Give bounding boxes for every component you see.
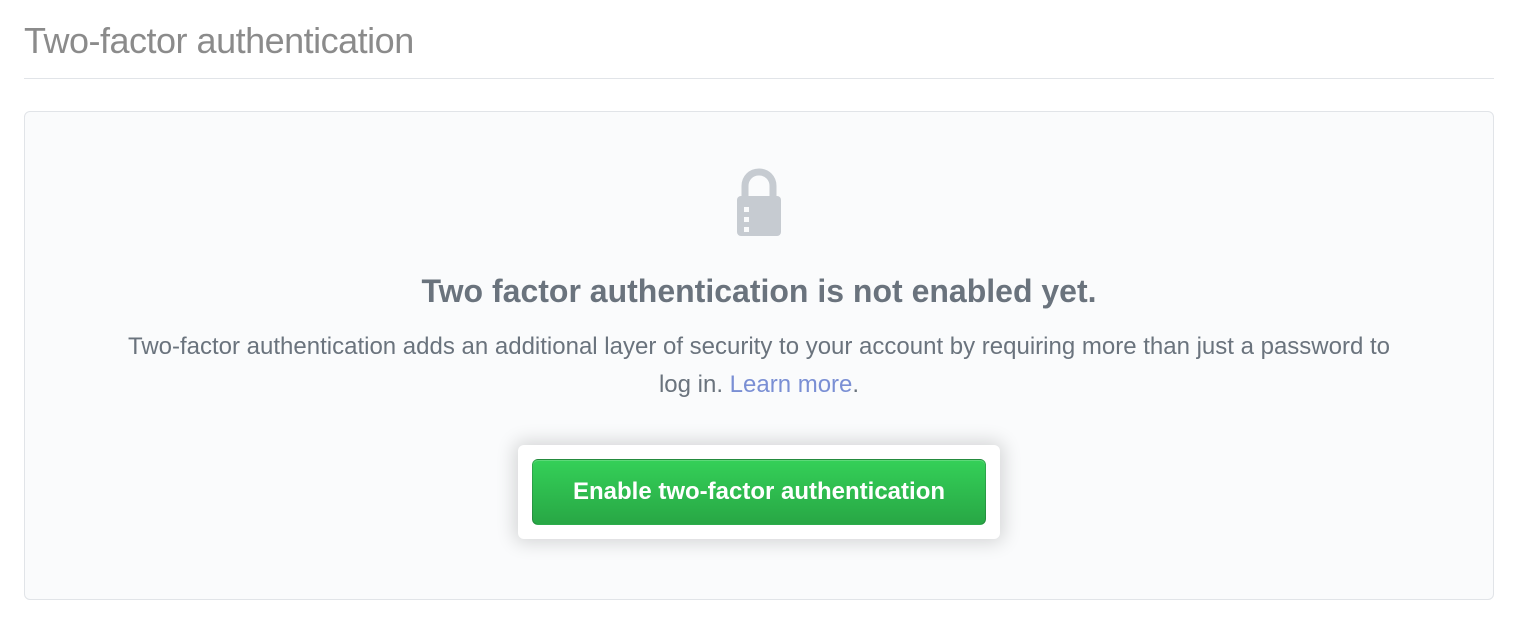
description-suffix: . [852, 371, 859, 398]
button-highlight-wrapper: Enable two-factor authentication [518, 445, 1000, 539]
divider [24, 78, 1494, 79]
enable-two-factor-button[interactable]: Enable two-factor authentication [532, 459, 986, 525]
page-title: Two-factor authentication [24, 20, 1494, 62]
panel-heading: Two factor authentication is not enabled… [65, 273, 1453, 310]
panel-description: Two-factor authentication adds an additi… [109, 328, 1409, 405]
two-factor-panel: Two factor authentication is not enabled… [24, 111, 1494, 600]
learn-more-link[interactable]: Learn more [730, 371, 853, 398]
lock-icon [731, 168, 787, 245]
